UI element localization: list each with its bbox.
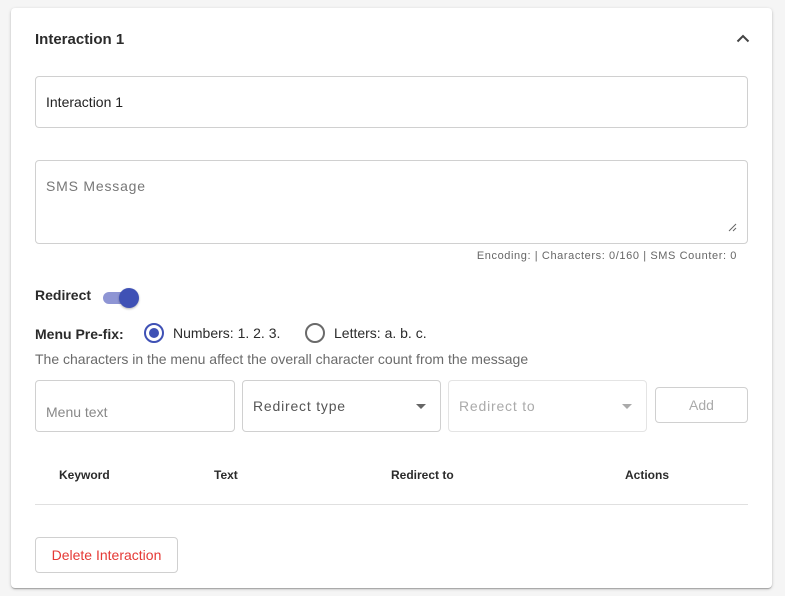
menu-prefix-hint: The characters in the menu affect the ov… xyxy=(35,351,529,367)
redirect-type-select[interactable]: Redirect type xyxy=(242,380,441,432)
redirect-toggle[interactable] xyxy=(103,288,139,308)
table-divider xyxy=(35,504,748,505)
interaction-name-field xyxy=(35,76,748,128)
redirect-to-placeholder: Redirect to xyxy=(459,398,536,414)
radio-unchecked-icon xyxy=(305,323,325,343)
toggle-thumb xyxy=(119,288,139,308)
panel-title: Interaction 1 xyxy=(35,31,125,48)
sms-message-field xyxy=(35,160,748,244)
redirect-type-placeholder: Redirect type xyxy=(253,398,346,414)
prefix-numbers-radio[interactable]: Numbers: 1. 2. 3. xyxy=(144,323,280,343)
menu-prefix-label: Menu Pre-fix: xyxy=(35,326,124,342)
interaction-name-input[interactable] xyxy=(36,77,747,127)
resize-grip-icon[interactable] xyxy=(728,223,737,232)
add-menu-item-button[interactable]: Add xyxy=(655,387,748,423)
menu-text-field xyxy=(35,380,235,432)
column-header-redirect-to: Redirect to xyxy=(391,468,454,482)
column-header-text: Text xyxy=(214,468,238,482)
prefix-letters-radio[interactable]: Letters: a. b. c. xyxy=(305,323,427,343)
delete-interaction-button[interactable]: Delete Interaction xyxy=(35,537,178,573)
menu-text-input[interactable] xyxy=(36,381,234,431)
chevron-up-icon xyxy=(736,34,750,42)
column-header-actions: Actions xyxy=(625,468,670,482)
redirect-to-select[interactable]: Redirect to xyxy=(448,380,647,432)
caret-down-icon xyxy=(416,403,426,409)
sms-message-input[interactable] xyxy=(36,161,747,243)
interaction-panel: Interaction 1 Encoding: | Characters: 0/… xyxy=(11,8,772,588)
radio-checked-icon xyxy=(144,323,164,343)
prefix-letters-label: Letters: a. b. c. xyxy=(334,325,427,341)
caret-down-icon xyxy=(622,403,632,409)
redirect-label: Redirect xyxy=(35,287,92,303)
column-header-keyword: Keyword xyxy=(59,468,110,482)
collapse-button[interactable] xyxy=(733,28,753,48)
prefix-numbers-label: Numbers: 1. 2. 3. xyxy=(173,325,281,341)
sms-counter: Encoding: | Characters: 0/160 | SMS Coun… xyxy=(476,250,737,262)
